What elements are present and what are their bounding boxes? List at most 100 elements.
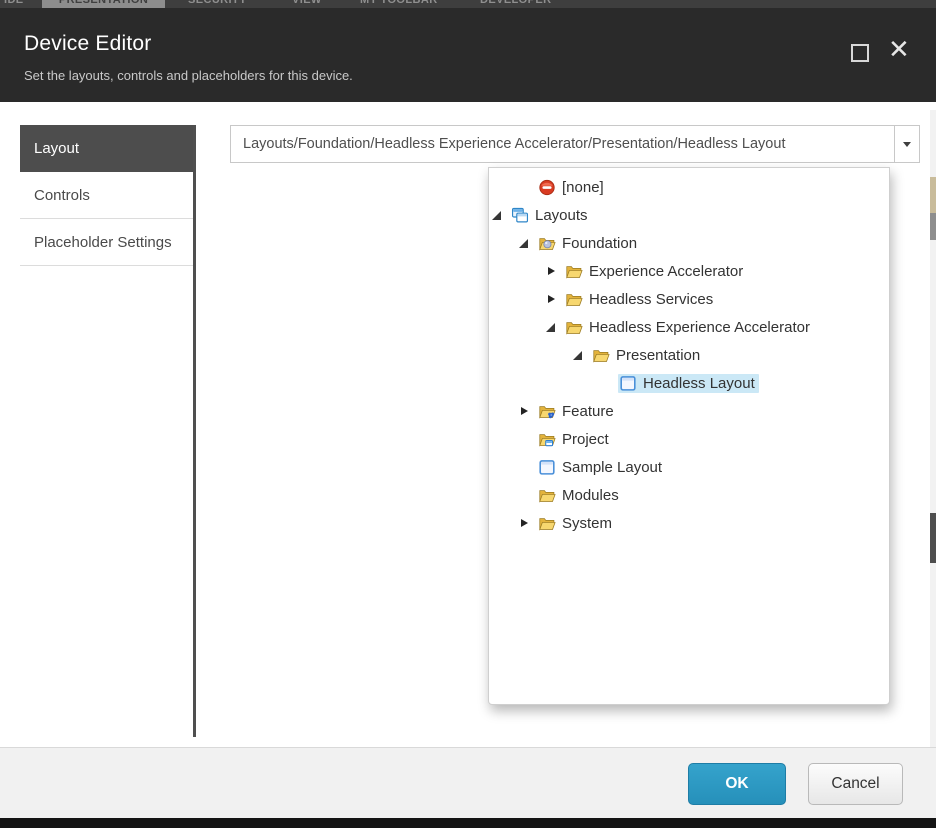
tree-item-content[interactable]: Sample Layout <box>537 458 666 477</box>
close-icon[interactable]: ✕ <box>888 34 910 64</box>
tree-item-content[interactable]: Project <box>537 430 613 449</box>
dialog-header: Device Editor Set the layouts, controls … <box>0 8 936 102</box>
tree-item[interactable]: Headless Experience Accelerator <box>489 313 889 341</box>
tree-item[interactable]: Sample Layout <box>489 453 889 481</box>
layout-icon <box>538 459 556 476</box>
expand-arrow-icon[interactable] <box>521 407 528 415</box>
ribbon-tab-label: PRESENTATION <box>42 0 165 7</box>
collapse-arrow-icon[interactable] <box>546 323 555 332</box>
tree-arrow-slot[interactable] <box>492 206 510 224</box>
tree-item[interactable]: Project <box>489 425 889 453</box>
tree-item-content[interactable]: Headless Services <box>564 290 717 309</box>
folder-icon <box>565 263 583 280</box>
collapse-arrow-icon[interactable] <box>519 239 528 248</box>
folder-gear-icon <box>538 403 556 420</box>
tree-item-label: Headless Layout <box>643 375 755 392</box>
layout-tree-dropdown: [none] Layouts Foundation Experience Accele… <box>488 167 890 705</box>
tree-arrow-slot <box>600 374 618 392</box>
tree-arrow-slot[interactable] <box>546 318 564 336</box>
tree-arrow-slot[interactable] <box>546 290 564 308</box>
scrollbar-segment <box>930 513 936 563</box>
tree-item-selected[interactable]: Headless Layout <box>618 374 759 393</box>
folder-icon <box>592 347 610 364</box>
ribbon-tab-my-toolbar[interactable]: MY TOOLBAR <box>360 0 438 7</box>
tab-layout[interactable]: Layout <box>20 125 195 172</box>
expand-arrow-icon[interactable] <box>521 519 528 527</box>
folder-icon <box>565 291 583 308</box>
tree-item-label: Feature <box>562 403 614 420</box>
tree-item[interactable]: System <box>489 509 889 537</box>
tree-item[interactable]: Layouts <box>489 201 889 229</box>
none-icon <box>538 179 556 196</box>
tree-arrow-slot[interactable] <box>573 346 591 364</box>
tree-item-content[interactable]: Feature <box>537 402 618 421</box>
tree-item-content[interactable]: Presentation <box>591 346 704 365</box>
tab-controls[interactable]: Controls <box>20 172 195 219</box>
tree-item-content[interactable]: [none] <box>537 178 608 197</box>
dialog-title: Device Editor <box>24 32 151 56</box>
layout-combobox[interactable]: Layouts/Foundation/Headless Experience A… <box>230 125 920 163</box>
tree-item-label: Headless Experience Accelerator <box>589 319 810 336</box>
tree-item-content[interactable]: Layouts <box>510 206 592 225</box>
ribbon-tab-presentation[interactable]: PRESENTATION <box>42 0 165 8</box>
tree-arrow-slot[interactable] <box>519 514 537 532</box>
tree-arrow-slot <box>519 178 537 196</box>
ribbon-tab-ide[interactable]: IDE <box>4 0 24 7</box>
tree-item-content[interactable]: Experience Accelerator <box>564 262 747 281</box>
tree-item-content[interactable]: Modules <box>537 486 623 505</box>
background-page-strip <box>0 818 936 828</box>
expand-arrow-icon[interactable] <box>548 295 555 303</box>
tab-placeholder-settings[interactable]: Placeholder Settings <box>20 219 195 266</box>
tree-item-label: Foundation <box>562 235 637 252</box>
layouts-icon <box>511 207 529 224</box>
combobox-dropdown-button[interactable] <box>894 126 919 162</box>
tree-item[interactable]: Presentation <box>489 341 889 369</box>
tree-item[interactable]: Feature <box>489 397 889 425</box>
folder-icon <box>565 319 583 336</box>
tree-arrow-slot[interactable] <box>519 402 537 420</box>
ribbon-tab-security[interactable]: SECURITY <box>188 0 247 7</box>
tree-item[interactable]: Headless Layout <box>489 369 889 397</box>
tree-item[interactable]: Foundation <box>489 229 889 257</box>
expand-arrow-icon[interactable] <box>548 267 555 275</box>
tree-item-label: [none] <box>562 179 604 196</box>
dialog-footer: OK Cancel <box>0 747 936 818</box>
layout-icon <box>619 375 637 392</box>
tree-arrow-slot <box>519 430 537 448</box>
layout-combobox-value: Layouts/Foundation/Headless Experience A… <box>231 126 919 162</box>
folder-window-icon <box>538 431 556 448</box>
folder-sphere-icon <box>538 235 556 252</box>
tree-item-content[interactable]: System <box>537 514 616 533</box>
ribbon-tab-view[interactable]: VIEW <box>292 0 322 7</box>
scrollbar-segment <box>930 177 936 213</box>
tree-item-label: System <box>562 515 612 532</box>
tree-arrow-slot <box>519 486 537 504</box>
tree-item[interactable]: Modules <box>489 481 889 509</box>
tree-item-content[interactable]: Foundation <box>537 234 641 253</box>
tree-item-content[interactable]: Headless Experience Accelerator <box>564 318 814 337</box>
tree-item-label: Headless Services <box>589 291 713 308</box>
tree-item[interactable]: [none] <box>489 173 889 201</box>
tree-item-label: Presentation <box>616 347 700 364</box>
ok-button[interactable]: OK <box>688 763 786 805</box>
scrollbar-thumb[interactable] <box>930 213 936 240</box>
tree-item-label: Sample Layout <box>562 459 662 476</box>
ribbon-tab-developer[interactable]: DEVELOPER <box>480 0 551 7</box>
tree-item-label: Experience Accelerator <box>589 263 743 280</box>
tree-item[interactable]: Experience Accelerator <box>489 257 889 285</box>
tabs-divider <box>193 125 196 737</box>
chevron-down-icon <box>903 142 911 147</box>
background-ribbon-bar: IDE PRESENTATION SECURITY VIEW MY TOOLBAR DEV… <box>0 0 936 8</box>
tree-item[interactable]: Headless Services <box>489 285 889 313</box>
collapse-arrow-icon[interactable] <box>492 211 501 220</box>
dialog-tabs: Layout Controls Placeholder Settings <box>20 125 195 266</box>
dialog-subtitle: Set the layouts, controls and placeholde… <box>24 68 353 83</box>
tree-arrow-slot <box>519 458 537 476</box>
cancel-button[interactable]: Cancel <box>808 763 903 805</box>
tree-arrow-slot[interactable] <box>546 262 564 280</box>
maximize-icon[interactable] <box>851 44 869 62</box>
collapse-arrow-icon[interactable] <box>573 351 582 360</box>
page-scrollbar[interactable] <box>930 110 936 747</box>
tree-arrow-slot[interactable] <box>519 234 537 252</box>
folder-icon <box>538 487 556 504</box>
